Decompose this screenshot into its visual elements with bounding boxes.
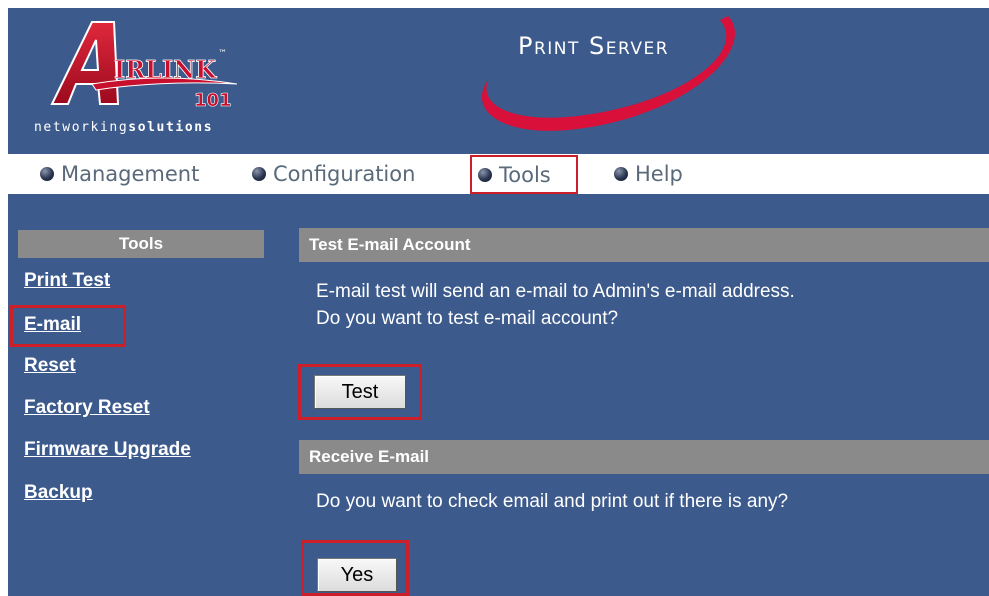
receive-email-description: Do you want to check email and print out… [316,491,789,512]
logo-word: IRLINK [114,55,217,84]
nav-configuration[interactable]: Configuration [252,158,415,190]
sidebar-item-backup[interactable]: Backup [24,482,93,504]
yes-button[interactable]: Yes [317,558,397,592]
test-email-description-line1: E-mail test will send an e-mail to Admin… [316,281,795,302]
sidebar-item-factory-reset[interactable]: Factory Reset [24,397,150,419]
top-nav: Management Configuration Tools Help [8,154,989,194]
nav-management-label: Management [61,162,200,186]
section-header-test-email: Test E-mail Account [299,228,989,262]
nav-tools-label: Tools [499,162,551,187]
page-frame: IRLINK ™ 101 networkingsolutions Print S… [8,8,989,596]
sphere-bullet-icon [478,167,492,182]
sidebar-item-reset[interactable]: Reset [24,355,76,377]
sidebar-title: Tools [18,230,264,258]
header-swoosh [481,16,735,131]
sphere-bullet-icon [614,167,628,181]
airlink-logo: IRLINK ™ 101 [50,21,238,111]
nav-management[interactable]: Management [40,158,199,190]
sidebar-item-email[interactable]: E-mail [24,314,81,336]
section-header-receive-email: Receive E-mail [299,440,989,474]
test-button[interactable]: Test [314,375,406,409]
test-email-description-line2: Do you want to test e-mail account? [316,308,619,329]
nav-help-label: Help [635,162,683,186]
tagline-suffix: solutions [128,120,214,135]
logo-tm: ™ [218,49,227,59]
nav-configuration-label: Configuration [273,162,416,186]
sidebar-item-print-test[interactable]: Print Test [24,270,110,292]
logo-number: 101 [194,90,232,111]
sphere-bullet-icon [40,167,54,181]
sidebar-item-firmware-upgrade[interactable]: Firmware Upgrade [24,439,191,461]
nav-help[interactable]: Help [614,158,683,190]
header: IRLINK ™ 101 networkingsolutions Print S… [8,8,989,148]
tagline: networkingsolutions [34,120,213,135]
nav-tools[interactable]: Tools [470,155,578,194]
tagline-prefix: networking [34,120,129,135]
sphere-bullet-icon [252,167,266,181]
product-title: Print Server [518,32,670,60]
